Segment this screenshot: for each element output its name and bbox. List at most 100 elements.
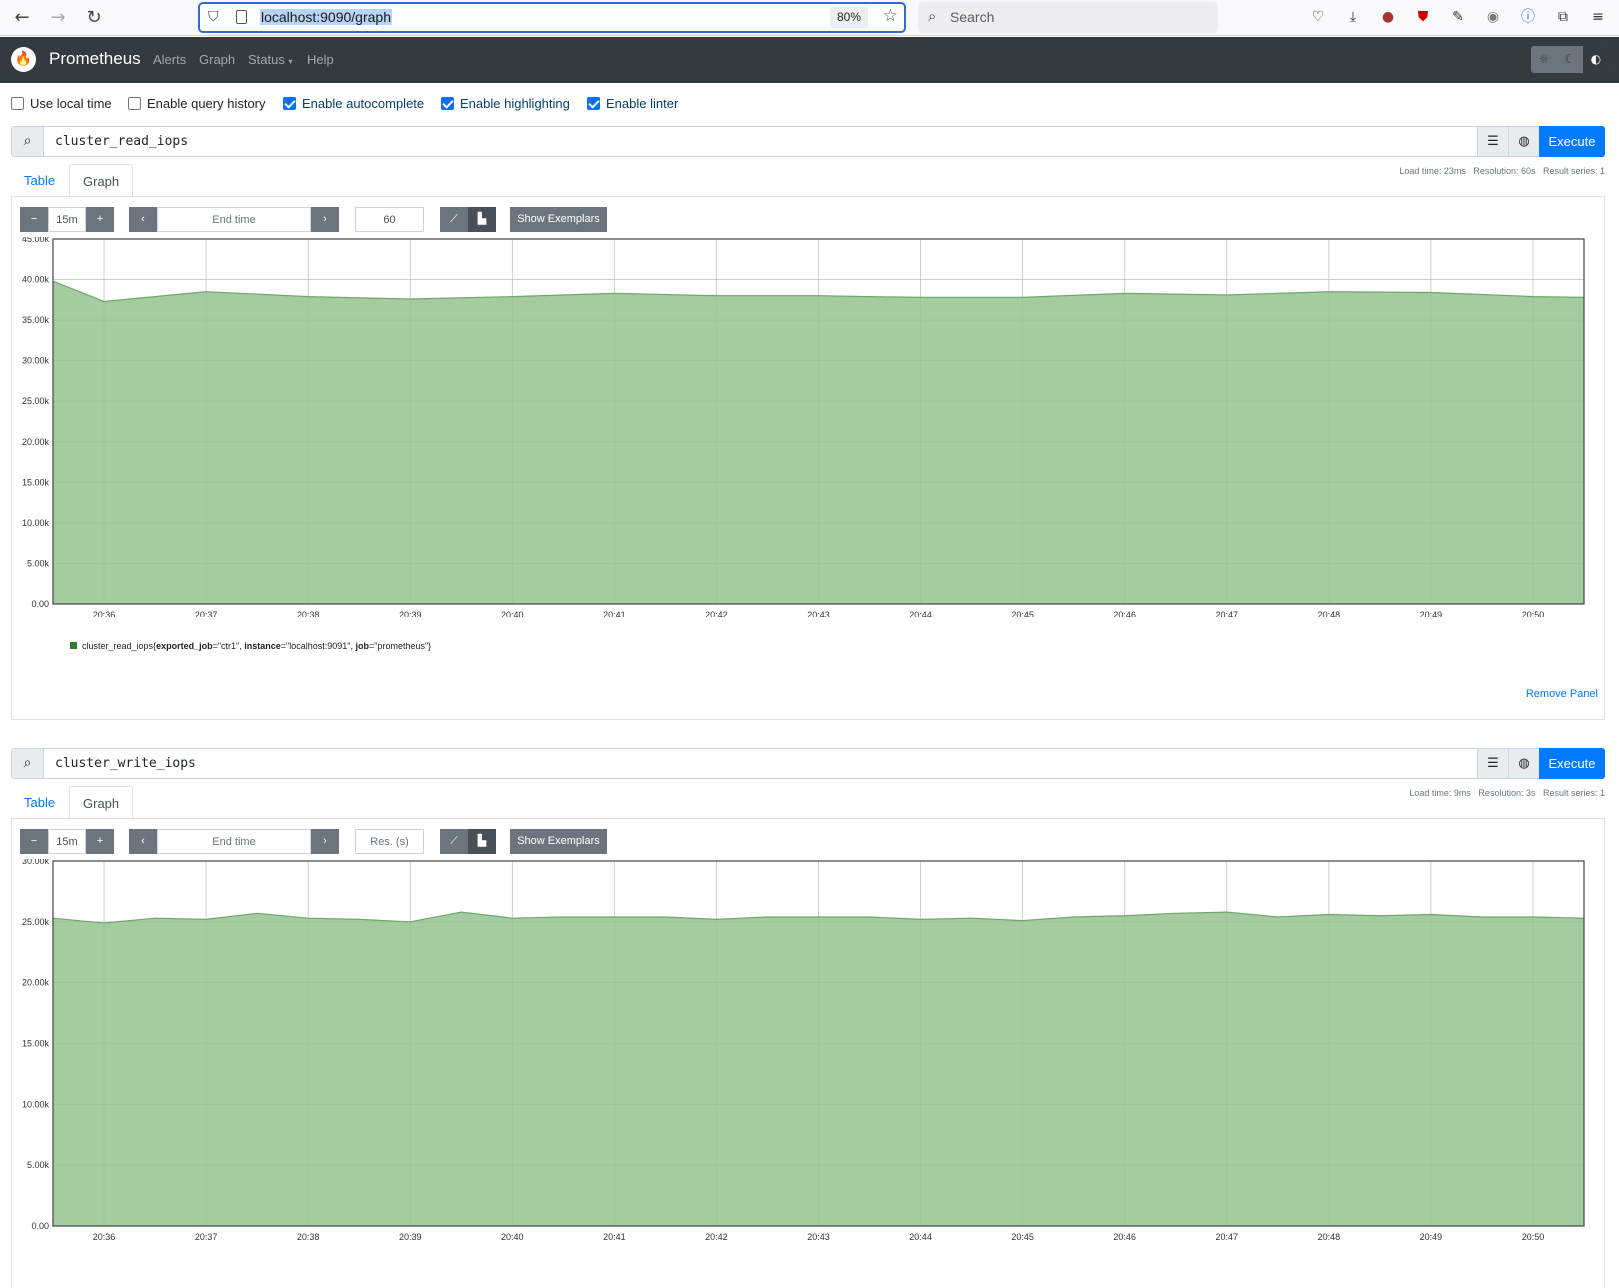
- prometheus-navbar: 🔥 Prometheus Alerts Graph Status ▾ Help …: [0, 37, 1619, 83]
- y-tick-label: 40.00k: [22, 275, 50, 285]
- x-tick-label: 20:49: [1420, 1232, 1443, 1242]
- decrease-range-button[interactable]: −: [20, 829, 48, 854]
- read-iops-chart: 0.005.00k10.00k15.00k20.00k25.00k30.00k3…: [12, 237, 1604, 617]
- auto-theme-icon[interactable]: ◐: [1583, 46, 1609, 73]
- url-text[interactable]: localhost:9090/graph: [260, 9, 392, 25]
- y-tick-label: 20.00k: [22, 437, 50, 447]
- y-tick-label: 25.00k: [22, 917, 50, 927]
- resolution-input[interactable]: 60: [355, 207, 424, 232]
- dark-theme-icon[interactable]: ☾: [1557, 46, 1583, 73]
- prometheus-logo-icon[interactable]: 🔥: [11, 47, 36, 72]
- execute-button[interactable]: Execute: [1539, 126, 1605, 157]
- x-tick-label: 20:42: [705, 610, 728, 617]
- increase-range-button[interactable]: +: [86, 207, 114, 232]
- chevron-right-icon[interactable]: ›: [311, 829, 339, 854]
- y-tick-label: 25.00k: [22, 396, 50, 406]
- nav-alerts[interactable]: Alerts: [153, 52, 186, 67]
- checkbox-checked[interactable]: [441, 97, 454, 110]
- y-tick-label: 5.00k: [27, 1160, 50, 1170]
- expression-input[interactable]: cluster_write_iops: [55, 756, 196, 771]
- search-placeholder: Search: [950, 9, 994, 25]
- search-icon: ⌕: [12, 127, 44, 156]
- y-tick-label: 10.00k: [22, 518, 50, 528]
- expression-input[interactable]: cluster_read_iops: [55, 134, 188, 149]
- tab-graph[interactable]: Graph: [69, 164, 133, 197]
- brand[interactable]: Prometheus: [49, 49, 141, 69]
- checkbox[interactable]: [128, 97, 141, 110]
- chevron-left-icon[interactable]: ‹: [129, 829, 157, 854]
- tab-table[interactable]: Table: [11, 786, 68, 819]
- y-tick-label: 0.00: [31, 1221, 49, 1231]
- shield-icon[interactable]: ⛉: [208, 9, 219, 25]
- stacked-chart-icon[interactable]: ▙: [468, 207, 496, 232]
- download-icon[interactable]: ⤓: [1344, 8, 1362, 26]
- y-tick-label: 15.00k: [22, 1039, 50, 1049]
- ublock-icon[interactable]: ⛊: [1414, 8, 1432, 26]
- resolution-input[interactable]: Res. (s): [355, 829, 424, 854]
- back-icon[interactable]: ←: [10, 6, 34, 30]
- line-chart-icon[interactable]: ⟋: [440, 829, 468, 854]
- tab-graph[interactable]: Graph: [69, 786, 133, 819]
- extensions-icon[interactable]: ⧉: [1554, 8, 1572, 26]
- x-tick-label: 20:49: [1420, 610, 1443, 617]
- option-autocomplete[interactable]: Enable autocomplete: [283, 96, 424, 111]
- decrease-range-button[interactable]: −: [20, 207, 48, 232]
- option-use-local-time[interactable]: Use local time: [11, 96, 112, 111]
- option-linter[interactable]: Enable linter: [587, 96, 678, 111]
- nav-graph[interactable]: Graph: [199, 52, 235, 67]
- legend-swatch: [70, 642, 77, 649]
- end-time-input[interactable]: End time: [157, 829, 311, 854]
- nav-status[interactable]: Status ▾: [248, 52, 293, 67]
- tab-table[interactable]: Table: [11, 164, 68, 197]
- line-chart-icon[interactable]: ⟋: [440, 207, 468, 232]
- chevron-right-icon[interactable]: ›: [311, 207, 339, 232]
- light-theme-icon[interactable]: ☼: [1531, 46, 1557, 73]
- remove-panel-link[interactable]: Remove Panel: [1526, 688, 1598, 700]
- menu-icon[interactable]: ≡: [1589, 8, 1607, 26]
- query-panel-1: ⌕ cluster_read_iops ☰ ◍ Execute Load tim…: [11, 126, 1605, 730]
- x-tick-label: 20:40: [501, 1232, 524, 1242]
- option-highlighting[interactable]: Enable highlighting: [441, 96, 570, 111]
- checkbox-checked[interactable]: [587, 97, 600, 110]
- y-tick-label: 30.00k: [22, 859, 50, 866]
- range-input[interactable]: 15m: [48, 829, 86, 854]
- metrics-explorer-icon[interactable]: ◍: [1508, 127, 1539, 156]
- address-bar[interactable]: ⛉ localhost:9090/graph 80% ☆: [198, 2, 906, 33]
- pocket-icon[interactable]: ♡: [1309, 8, 1327, 26]
- edit-icon[interactable]: ✎: [1449, 8, 1467, 26]
- graph-tab-body: − 15m + ‹ End time › Res. (s) ⟋ ▙ Show E…: [11, 818, 1605, 1288]
- x-tick-label: 20:45: [1011, 1232, 1034, 1242]
- browser-search-input[interactable]: ⌕ Search: [918, 2, 1218, 33]
- checkbox-checked[interactable]: [283, 97, 296, 110]
- increase-range-button[interactable]: +: [86, 829, 114, 854]
- format-expression-icon[interactable]: ☰: [1477, 749, 1508, 778]
- legend-item[interactable]: cluster_read_iops{exported_job="ctr1", i…: [70, 641, 431, 651]
- metrics-explorer-icon[interactable]: ◍: [1508, 749, 1539, 778]
- stacked-chart-icon[interactable]: ▙: [468, 829, 496, 854]
- expression-bar: ⌕ cluster_write_iops ☰ ◍ Execute: [11, 748, 1605, 779]
- y-tick-label: 20.00k: [22, 978, 50, 988]
- y-tick-label: 10.00k: [22, 1099, 50, 1109]
- x-tick-label: 20:43: [807, 610, 830, 617]
- password-manager-icon[interactable]: ⓘ: [1519, 8, 1537, 26]
- show-exemplars-button[interactable]: Show Exemplars: [510, 207, 607, 232]
- end-time-input[interactable]: End time: [157, 207, 311, 232]
- show-exemplars-button[interactable]: Show Exemplars: [510, 829, 607, 854]
- extension-icon[interactable]: ●: [1379, 8, 1397, 26]
- reload-icon[interactable]: ↻: [82, 6, 106, 30]
- chevron-left-icon[interactable]: ‹: [129, 207, 157, 232]
- option-query-history[interactable]: Enable query history: [128, 96, 266, 111]
- checkbox[interactable]: [11, 97, 24, 110]
- format-expression-icon[interactable]: ☰: [1477, 127, 1508, 156]
- range-input[interactable]: 15m: [48, 207, 86, 232]
- extension-circle-icon[interactable]: ◉: [1484, 8, 1502, 26]
- forward-icon[interactable]: →: [46, 6, 70, 30]
- x-tick-label: 20:40: [501, 610, 524, 617]
- execute-button[interactable]: Execute: [1539, 748, 1605, 779]
- write-iops-chart: 0.00 5.00k 10.00k 15.00k 20.00k 25.00k 30.00k 2…: [12, 859, 1604, 1249]
- query-panel-2: ⌕ cluster_write_iops ☰ ◍ Execute Load ti…: [11, 748, 1605, 1277]
- bookmark-star-icon[interactable]: ☆: [883, 6, 898, 26]
- nav-help[interactable]: Help: [307, 52, 334, 67]
- zoom-level[interactable]: 80%: [830, 7, 868, 28]
- y-tick-label: 35.00k: [22, 315, 50, 325]
